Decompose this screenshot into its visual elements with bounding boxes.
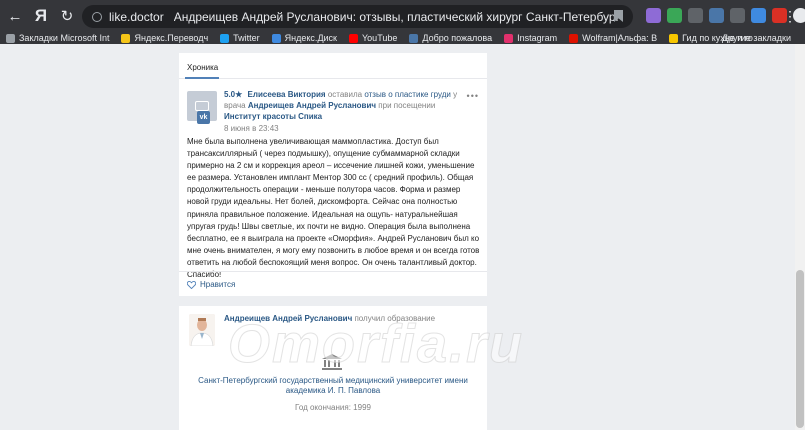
bookmark-item[interactable]: Instagram xyxy=(504,33,557,43)
active-tab-indicator xyxy=(185,77,219,79)
extension-icon[interactable] xyxy=(688,8,703,23)
at-text: при посещении xyxy=(378,101,436,110)
university-link[interactable]: Санкт-Петербургский государственный меди… xyxy=(193,376,473,396)
bookmark-item[interactable]: Яндекс.Диск xyxy=(271,33,337,43)
bookmark-label: Яндекс.Диск xyxy=(284,33,337,43)
doctor-link[interactable]: Андреищев Андрей Русланович xyxy=(248,101,376,110)
bookmark-item[interactable]: Закладки Microsoft Int xyxy=(6,33,109,43)
bookmark-favicon-icon xyxy=(121,33,131,43)
heart-icon xyxy=(187,280,196,289)
bookmark-favicon-icon xyxy=(220,33,230,43)
clinic-link[interactable]: Институт красоты Спика xyxy=(224,112,322,121)
lock-icon xyxy=(92,11,102,22)
doctor-photo-icon xyxy=(189,314,215,346)
bookmark-label: Добро пожалова xyxy=(422,33,493,43)
address-bar[interactable]: like.doctor Андреищев Андрей Русланович:… xyxy=(82,5,633,28)
other-bookmarks[interactable]: Другие закладки xyxy=(722,32,791,44)
like-button[interactable]: Нравится xyxy=(187,280,235,289)
browser-toolbar: ← Я ↻ like.doctor Андреищев Андрей Русла… xyxy=(0,0,805,32)
bookmark-label: Яндекс.Переводч xyxy=(134,33,209,43)
page-title: Андреищев Андрей Русланович: отзывы, пла… xyxy=(173,9,620,24)
page-scrollbar[interactable] xyxy=(795,44,805,430)
star-icon: ★ xyxy=(235,90,243,99)
more-options-icon[interactable]: ••• xyxy=(467,91,479,101)
bookmark-favicon-icon xyxy=(6,33,15,43)
extensions-bar xyxy=(646,8,805,23)
extension-icon[interactable] xyxy=(667,8,682,23)
back-button[interactable]: ← xyxy=(4,5,26,27)
action-text: оставила xyxy=(327,90,363,99)
bookmarks-bar: Закладки Microsoft Int Яндекс.Переводч Twi… xyxy=(0,32,805,44)
bookmark-item[interactable]: YouTube xyxy=(349,33,397,43)
bookmark-favicon-icon xyxy=(569,33,579,43)
review-text: Мне была выполнена увеличивающая маммопл… xyxy=(187,137,480,280)
feed-tabs: Хроника xyxy=(179,53,487,79)
author-link[interactable]: Елисеева Виктория xyxy=(248,90,326,99)
bookmark-item[interactable]: Twitter xyxy=(220,33,260,43)
camera-icon xyxy=(195,101,209,111)
address-domain: like.doctor xyxy=(109,9,164,24)
bookmark-label: YouTube xyxy=(362,33,398,43)
bookmark-label: Wolfram|Альфа: В xyxy=(582,33,658,43)
vk-icon: vk xyxy=(197,111,210,124)
doctor-avatar[interactable] xyxy=(189,314,215,346)
graduation-year: Год окончания: 1999 xyxy=(295,403,371,412)
menu-icon[interactable]: ⋮ xyxy=(783,8,797,25)
reload-button[interactable]: ↻ xyxy=(56,5,78,27)
bookmark-favicon-icon xyxy=(669,33,679,43)
bookmark-item[interactable]: Добро пожалова xyxy=(409,33,492,43)
bookmark-label: Instagram xyxy=(517,33,558,43)
scrollbar-thumb[interactable] xyxy=(796,270,804,428)
yandex-button[interactable]: Я xyxy=(30,5,52,27)
like-label: Нравится xyxy=(200,280,236,289)
extension-icon[interactable] xyxy=(751,8,766,23)
post-header: 5.0★ Елисеева Виктория оставила отзыв о … xyxy=(224,89,459,122)
bookmark-item[interactable]: Яндекс.Переводч xyxy=(121,33,208,43)
tab-chronicle[interactable]: Хроника xyxy=(187,63,218,72)
post-footer: Нравится xyxy=(179,271,487,296)
feed-card: Хроника vk 5.0★ Елисеева Виктория остави… xyxy=(179,53,487,296)
bookmark-label: Twitter xyxy=(233,33,260,43)
feather-extension-icon[interactable] xyxy=(646,8,661,23)
watermark: Omorfia.ru xyxy=(227,314,525,375)
bookmark-favicon-icon xyxy=(271,33,281,43)
bookmark-favicon-icon xyxy=(349,33,358,43)
review-link[interactable]: отзыв о пластике груди xyxy=(364,90,451,99)
bookmark-favicon-icon xyxy=(504,33,514,43)
rating-value: 5.0 xyxy=(224,90,236,99)
bookmark-item[interactable]: Wolfram|Альфа: В xyxy=(569,33,657,43)
bookmark-label: Закладки Microsoft Int xyxy=(19,33,110,43)
bookmark-favicon-icon xyxy=(409,33,419,43)
post-date[interactable]: 8 июня в 23:43 xyxy=(224,124,279,133)
extension-icon[interactable] xyxy=(709,8,724,23)
extension-icon[interactable] xyxy=(730,8,745,23)
